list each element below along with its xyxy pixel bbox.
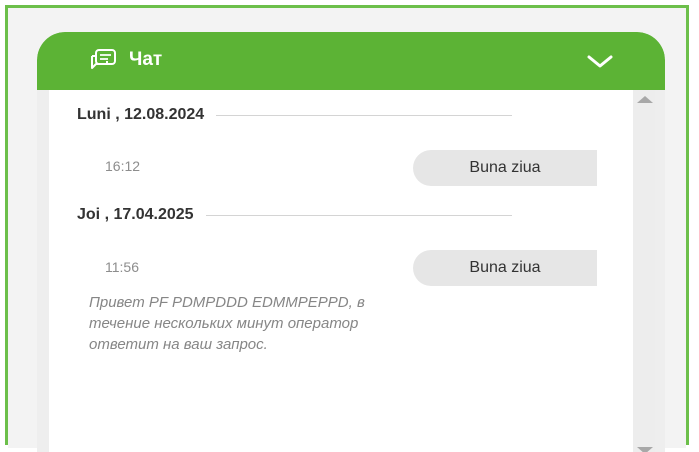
message-time: 16:12: [105, 158, 141, 174]
chat-widget: Чат Luni , 12.08.2024 16:12 Buna ziua Jo…: [37, 32, 665, 452]
message-time: 11:56: [105, 259, 139, 275]
user-message-bubble: Buna ziua: [413, 250, 597, 286]
date-label: Luni , 12.08.2024: [77, 106, 205, 123]
chat-messages-panel: Luni , 12.08.2024 16:12 Buna ziua Joi , …: [49, 90, 633, 452]
scroll-up-arrow-icon[interactable]: [637, 96, 653, 103]
bot-reply-message: Привет PF PDMPDDD EDMMPEPPD, в течение н…: [89, 294, 365, 353]
divider: [216, 114, 513, 116]
date-separator: Joi , 17.04.2025: [77, 203, 512, 227]
scroll-down-arrow-icon[interactable]: [637, 447, 653, 452]
chat-title: Чат: [129, 49, 163, 70]
chevron-down-icon[interactable]: [585, 50, 615, 72]
date-label: Joi , 17.04.2025: [77, 206, 194, 223]
divider: [205, 214, 512, 216]
scrollbar[interactable]: [633, 90, 655, 452]
date-separator: Luni , 12.08.2024: [77, 103, 513, 127]
user-message-bubble: Buna ziua: [413, 150, 597, 186]
chat-header: Чат: [37, 32, 665, 90]
chat-bubbles-icon: [89, 48, 117, 74]
